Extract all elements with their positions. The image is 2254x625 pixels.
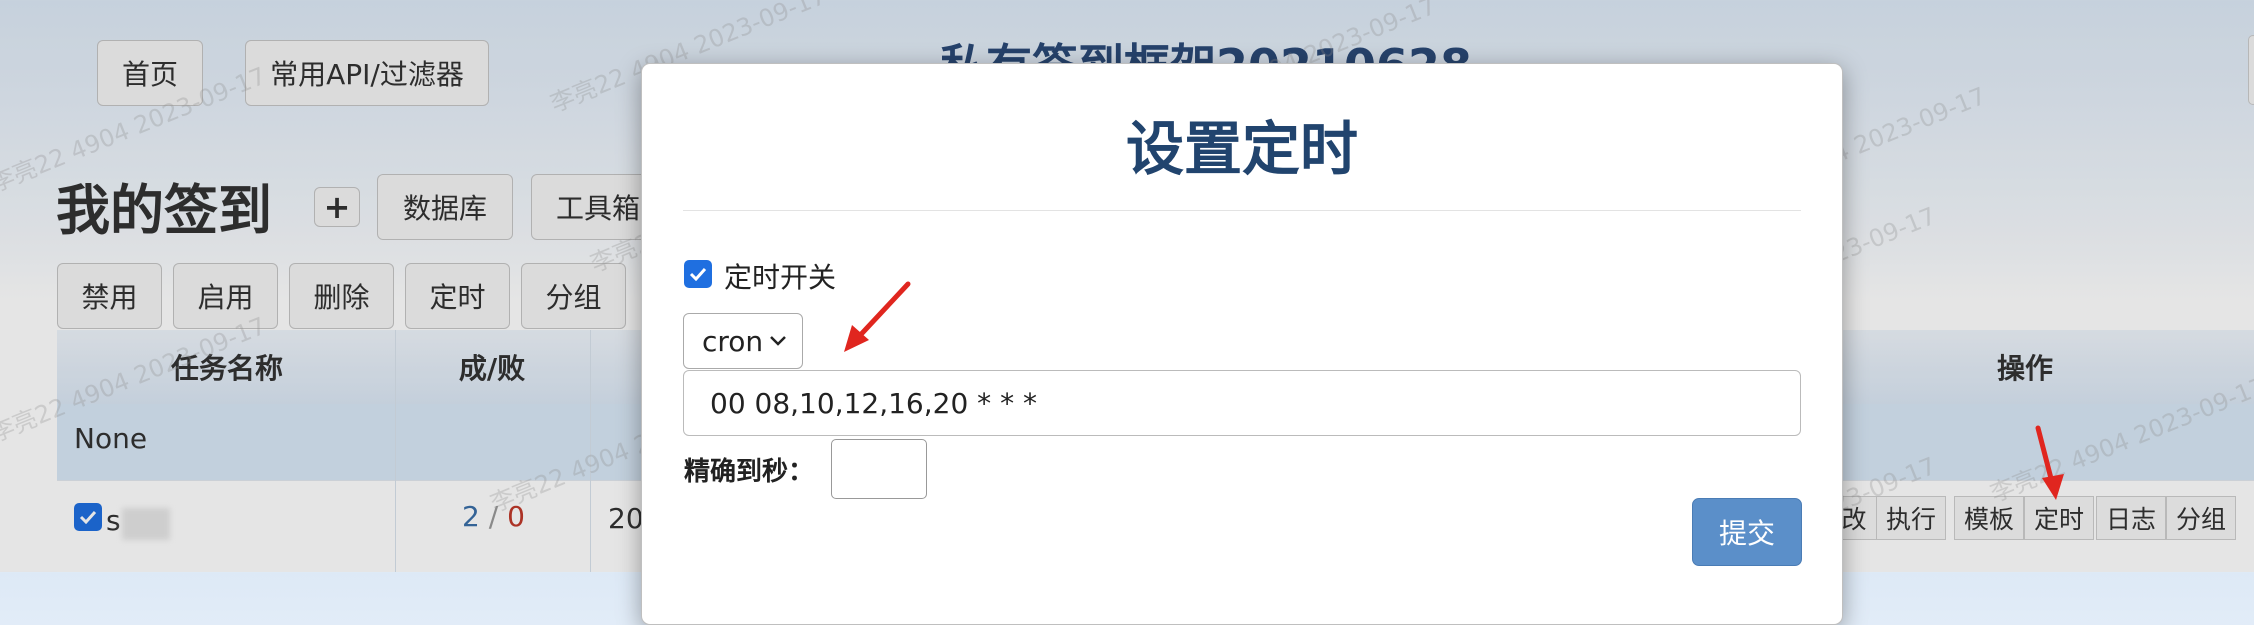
- annotation-arrows: [844, 281, 2064, 500]
- arrow-to-row-timer-icon: [2035, 425, 2064, 500]
- arrow-to-mode-select-icon: [844, 281, 911, 352]
